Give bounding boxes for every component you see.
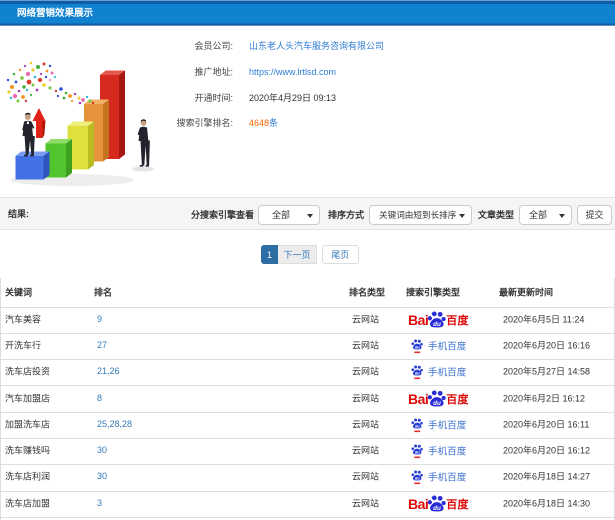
svg-text:du: du: [415, 423, 420, 428]
svg-text:du: du: [433, 505, 441, 512]
svg-text:du: du: [415, 344, 420, 349]
svg-text:du: du: [415, 450, 420, 455]
svg-text:du: du: [415, 476, 420, 481]
svg-text:du: du: [433, 400, 441, 407]
svg-text:du: du: [433, 321, 441, 328]
svg-text:du: du: [415, 371, 420, 376]
